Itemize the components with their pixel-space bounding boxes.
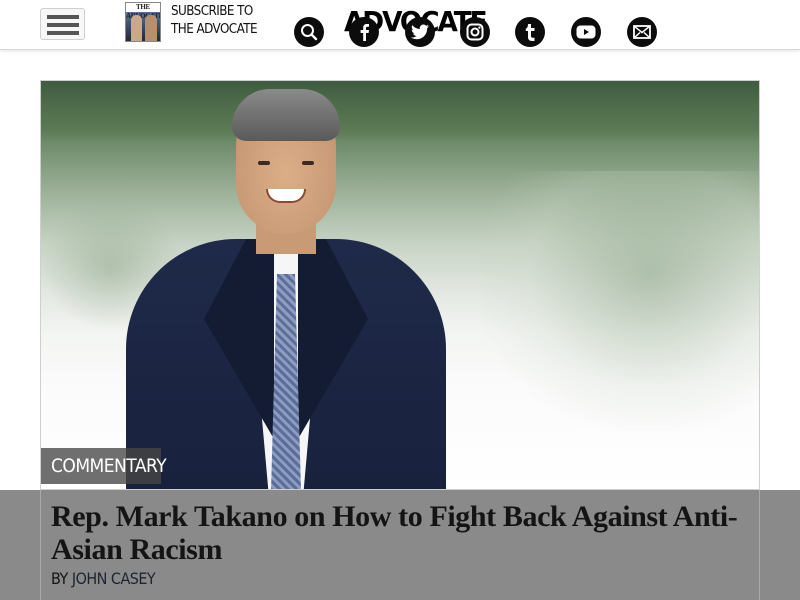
facebook-icon: [360, 24, 369, 41]
magazine-masthead: THE ADVOCATE: [126, 3, 161, 20]
article-byline: BY JOHN CASEY: [51, 568, 156, 590]
tumblr-icon: [525, 24, 535, 41]
article-title-panel: Rep. Mark Takano on How to Fight Back Ag…: [0, 490, 800, 600]
subscribe-line-1: SUBSCRIBE TO: [171, 4, 253, 19]
tumblr-link[interactable]: [515, 17, 545, 47]
menu-bar-line: [47, 23, 79, 27]
twitter-icon: [411, 24, 429, 40]
menu-bar-line: [47, 31, 79, 35]
youtube-link[interactable]: [571, 17, 601, 47]
eye: [302, 161, 314, 165]
cover-figure: [131, 15, 142, 41]
subscribe-line-2: THE ADVOCATE: [171, 22, 258, 37]
instagram-icon: [466, 23, 484, 41]
magazine-cover-thumbnail[interactable]: THE ADVOCATE: [125, 2, 161, 42]
panel-border-left: [40, 490, 41, 600]
cover-figure: [145, 15, 157, 41]
hamburger-menu-button[interactable]: [40, 8, 85, 40]
panel-border-right: [759, 490, 760, 600]
category-label: COMMENTARY: [51, 455, 167, 477]
email-link[interactable]: [627, 17, 657, 47]
instagram-link[interactable]: [460, 17, 490, 47]
youtube-icon: [576, 25, 596, 39]
menu-bar-line: [47, 15, 79, 19]
facebook-link[interactable]: [349, 17, 379, 47]
eye: [258, 161, 270, 165]
hero-person-figure: [126, 89, 446, 489]
author-link[interactable]: JOHN CASEY: [72, 569, 156, 588]
article-headline[interactable]: Rep. Mark Takano on How to Fight Back Ag…: [51, 500, 751, 566]
category-tag[interactable]: COMMENTARY: [41, 448, 167, 484]
search-icon: [301, 24, 318, 41]
subscribe-link[interactable]: SUBSCRIBE TO THE ADVOCATE: [171, 3, 272, 39]
email-icon: [633, 25, 651, 39]
search-button[interactable]: [294, 17, 324, 47]
hair: [232, 89, 340, 141]
hero-reflection: [481, 171, 759, 431]
site-header: THE ADVOCATE SUBSCRIBE TO THE ADVOCATE A…: [0, 0, 800, 50]
twitter-link[interactable]: [405, 17, 435, 47]
byline-prefix: BY: [51, 569, 68, 588]
article-hero-image[interactable]: [40, 80, 760, 490]
